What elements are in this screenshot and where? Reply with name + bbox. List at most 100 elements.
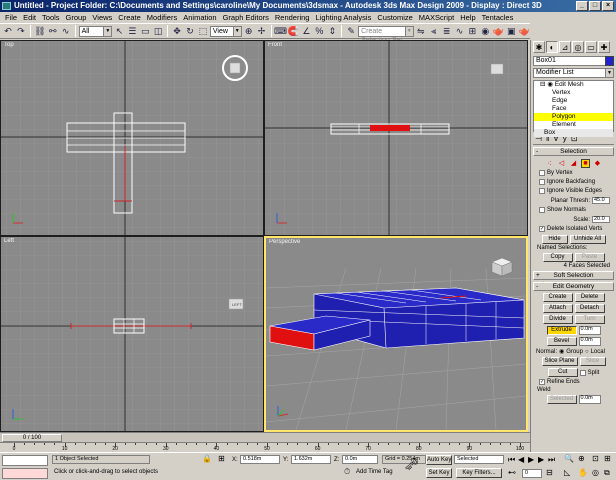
selection-filter-dropdown[interactable]: All ▼	[78, 25, 113, 37]
attach-button[interactable]: Attach	[542, 304, 573, 313]
rollout-selection-header[interactable]: - Selection	[533, 147, 614, 156]
modifier-list-dropdown[interactable]: Modifier List ▼	[533, 68, 614, 78]
viewport-left[interactable]: LEFT Left	[0, 236, 264, 432]
pan-icon[interactable]: ✋	[578, 468, 588, 478]
window-crossing-icon[interactable]: ◫	[152, 25, 164, 37]
create-tab-icon[interactable]: ✱	[533, 41, 545, 53]
viewport-top-label[interactable]: Top	[4, 42, 14, 48]
key-filters-button[interactable]: Key Filters...	[456, 468, 502, 478]
menu-lighting-analysis[interactable]: Lighting Analysis	[312, 13, 374, 22]
pivot-center-icon[interactable]: ⊕	[243, 25, 255, 37]
checkbox-box[interactable]: ✓	[539, 226, 545, 232]
schematic-view-icon[interactable]: ⊞	[466, 25, 478, 37]
local-radio-label[interactable]: Local	[591, 349, 605, 355]
maximize-button[interactable]: □	[589, 1, 601, 11]
current-frame-input[interactable]: 0	[522, 469, 542, 478]
menu-graph-editors[interactable]: Graph Editors	[220, 13, 272, 22]
set-key-icon[interactable]: 🗝	[404, 458, 419, 470]
menu-tools[interactable]: Tools	[39, 13, 63, 22]
stack-item-box[interactable]: Box	[534, 129, 613, 137]
motion-tab-icon[interactable]: ◎	[572, 41, 584, 53]
rotate-icon[interactable]: ↻	[184, 25, 196, 37]
vertex-level-icon[interactable]: ·:	[545, 159, 554, 168]
modify-tab-icon[interactable]: ◐	[546, 41, 558, 53]
stack-item-polygon[interactable]: Polygon	[534, 113, 613, 121]
material-editor-icon[interactable]: ◉	[479, 25, 491, 37]
redo-icon[interactable]: ↷	[15, 25, 27, 37]
show-normals-checkbox[interactable]: Show Normals	[531, 206, 616, 214]
maximize-viewport-icon[interactable]: ⧉	[604, 468, 610, 478]
field-of-view-icon[interactable]: ◺	[564, 468, 570, 478]
stack-item-face[interactable]: Face	[534, 105, 613, 113]
named-selection-dropdown[interactable]: Create Selection Set ▼	[358, 25, 414, 44]
zoom-extents-all-icon[interactable]: ⊞	[604, 454, 611, 464]
radio-unselected-icon[interactable]: ○	[585, 349, 589, 355]
viewport-front[interactable]: Front	[264, 40, 528, 236]
menu-views[interactable]: Views	[89, 13, 115, 22]
weld-threshold-input[interactable]: 0.0m	[578, 395, 601, 404]
render-frame-icon[interactable]: ▣	[505, 25, 517, 37]
rect-selection-icon[interactable]: ▭	[139, 25, 151, 37]
keyboard-shortcut-icon[interactable]: ⌨	[274, 25, 287, 37]
element-level-icon[interactable]: ◆	[593, 159, 602, 168]
minimize-button[interactable]: _	[576, 1, 588, 11]
menu-modifiers[interactable]: Modifiers	[144, 13, 180, 22]
detach-button[interactable]: Detach	[574, 304, 605, 313]
quick-render-icon[interactable]: 🫖	[518, 25, 530, 37]
checkbox-box[interactable]	[539, 170, 545, 176]
weld-selected-button[interactable]: Selected	[546, 395, 577, 404]
viewport-left-label[interactable]: Left	[4, 238, 14, 244]
auto-key-button[interactable]: Auto Key	[426, 455, 452, 465]
menu-tentacles[interactable]: Tentacles	[479, 13, 517, 22]
unhide-all-button[interactable]: Unhide All	[569, 235, 606, 244]
curve-editor-icon[interactable]: ∿	[454, 25, 466, 37]
bevel-amount-input[interactable]: 0.0m	[578, 337, 601, 346]
menu-maxscript[interactable]: MAXScript	[416, 13, 457, 22]
mirror-icon[interactable]: ⇋	[415, 25, 427, 37]
angle-snap-icon[interactable]: ∠	[300, 25, 312, 37]
split-checkbox[interactable]	[579, 369, 586, 376]
stack-item-vertex[interactable]: Vertex	[534, 89, 613, 97]
zoom-icon[interactable]: 🔍	[564, 454, 574, 464]
time-configuration-icon[interactable]: ⊟	[546, 468, 553, 478]
checkbox-box[interactable]	[539, 207, 545, 213]
spinner-snap-icon[interactable]: ⇕	[326, 25, 338, 37]
manipulate-icon[interactable]: ✢	[256, 25, 268, 37]
delete-button[interactable]: Delete	[574, 293, 605, 302]
viewport-front-label[interactable]: Front	[268, 42, 282, 48]
scale-input[interactable]: 20.0	[592, 216, 610, 223]
previous-frame-icon[interactable]: ◀	[518, 455, 524, 465]
select-by-name-icon[interactable]: ☰	[126, 25, 138, 37]
stack-item-edit-mesh[interactable]: ⊟ ◉ Edit Mesh	[534, 81, 613, 89]
key-mode-toggle-icon[interactable]: ⊷	[508, 468, 516, 478]
bind-space-warp-icon[interactable]: ∿	[60, 25, 72, 37]
display-tab-icon[interactable]: ▭	[585, 41, 597, 53]
go-to-end-icon[interactable]: ⏭	[548, 455, 555, 465]
menu-animation[interactable]: Animation	[180, 13, 219, 22]
viewport-top[interactable]: Top	[0, 40, 264, 236]
hierarchy-tab-icon[interactable]: ⊿	[559, 41, 571, 53]
refine-ends-checkbox[interactable]: ✓ Refine Ends	[531, 378, 616, 386]
by-vertex-checkbox[interactable]: By Vertex	[531, 169, 616, 177]
menu-rendering[interactable]: Rendering	[272, 13, 313, 22]
slice-plane-button[interactable]: Slice Plane	[541, 357, 578, 366]
extrude-button[interactable]: Extrude	[546, 326, 577, 335]
object-color-swatch[interactable]	[605, 56, 614, 66]
slice-button[interactable]: Slice	[579, 357, 606, 366]
set-key-button[interactable]: Set Key	[426, 468, 452, 478]
link-icon[interactable]: ⛓	[34, 25, 46, 37]
viewport-perspective[interactable]: Perspective	[264, 236, 528, 432]
checkbox-box[interactable]	[539, 188, 545, 194]
radio-selected-icon[interactable]: ◉	[559, 348, 564, 355]
reference-coord-dropdown[interactable]: View ▼	[209, 25, 242, 37]
object-name-field[interactable]: Box01	[533, 56, 614, 66]
move-icon[interactable]: ✥	[171, 25, 183, 37]
polygon-level-icon[interactable]: ■	[581, 158, 590, 168]
edge-level-icon[interactable]: ◁	[557, 159, 566, 168]
face-level-icon[interactable]: ◢	[569, 159, 578, 168]
undo-icon[interactable]: ↶	[2, 25, 14, 37]
bevel-button[interactable]: Bevel	[546, 337, 577, 346]
stack-item-edge[interactable]: Edge	[534, 97, 613, 105]
y-coordinate-input[interactable]: 1.632m	[291, 455, 331, 464]
stack-item-element[interactable]: Element	[534, 121, 613, 129]
